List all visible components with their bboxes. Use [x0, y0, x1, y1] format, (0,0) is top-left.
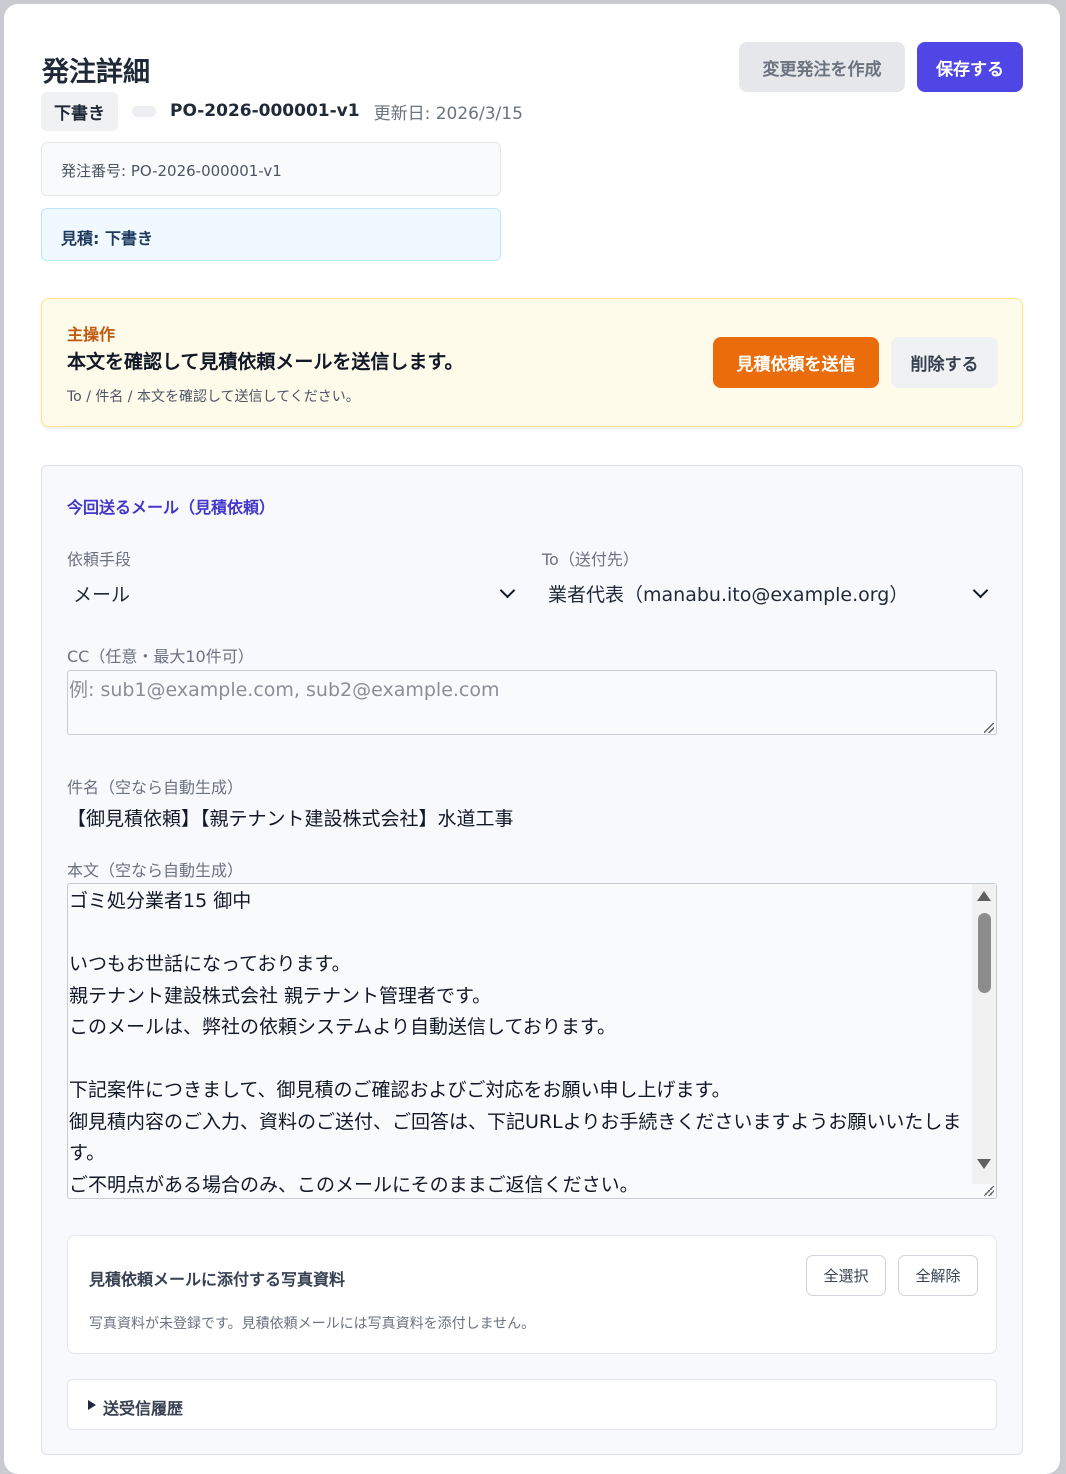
to-select-value: 業者代表（manabu.ito@example.org） [548, 583, 909, 606]
body-textarea[interactable]: ゴミ処分業者15 御中 いつもお世話になっております。 親テナント建設株式会社 … [67, 883, 997, 1199]
order-number-box: 発注番号: PO-2026-000001-v1 [41, 142, 501, 196]
primary-action-subtext: To / 件名 / 本文を確認して送信してください。 [67, 389, 360, 405]
save-button[interactable]: 保存する [917, 42, 1023, 92]
create-change-order-button[interactable]: 変更発注を作成 [739, 42, 905, 92]
photo-attachment-card: 見積依頼メールに添付する写真資料 写真資料が未登録です。見積依頼メールには写真資… [67, 1235, 997, 1354]
send-quote-request-button[interactable]: 見積依頼を送信 [713, 337, 879, 388]
method-label: 依頼手段 [67, 550, 132, 569]
history-label: 送受信履歴 [103, 1399, 184, 1418]
subject-input[interactable]: 【御見積依頼】【親テナント建設株式会社】水道工事 [67, 804, 514, 831]
quote-status-box: 見積: 下書き [41, 208, 501, 261]
scroll-down-icon[interactable] [977, 1159, 991, 1169]
status-badge: 下書き [41, 91, 118, 131]
scroll-thumb[interactable] [978, 913, 991, 993]
status-pill [132, 105, 156, 117]
body-label: 本文（空なら自動生成） [67, 861, 244, 880]
mail-section-title: 今回送るメール（見積依頼） [67, 498, 276, 517]
meta-row: 下書き PO-2026-000001-v1 更新日: 2026/3/15 [41, 91, 523, 131]
primary-action-label: 主操作 [67, 325, 116, 344]
subject-label: 件名（空なら自動生成） [67, 778, 244, 797]
triangle-right-icon [88, 1400, 96, 1410]
cc-input[interactable] [67, 670, 997, 735]
body-scrollbar[interactable] [972, 884, 996, 1184]
resize-handle-icon[interactable] [984, 1186, 994, 1196]
header-actions: 変更発注を作成 保存する [739, 42, 1023, 92]
po-number: PO-2026-000001-v1 [170, 101, 360, 121]
delete-button[interactable]: 削除する [891, 337, 998, 388]
to-select[interactable]: 業者代表（manabu.ito@example.org） [542, 576, 1000, 610]
updated-date: 更新日: 2026/3/15 [373, 103, 523, 124]
primary-action-card: 主操作 本文を確認して見積依頼メールを送信します。 To / 件名 / 本文を確… [41, 298, 1023, 427]
body-text: ゴミ処分業者15 御中 いつもお世話になっております。 親テナント建設株式会社 … [69, 890, 962, 1196]
to-label: To（送付先） [542, 550, 639, 569]
photo-section-note: 写真資料が未登録です。見積依頼メールには写真資料を添付しません。 [89, 1316, 536, 1332]
page-title: 発注詳細 [42, 57, 150, 88]
purchase-order-modal: 発注詳細 変更発注を作成 保存する 下書き PO-2026-000001-v1 … [4, 4, 1060, 1474]
scroll-up-icon[interactable] [977, 891, 991, 901]
method-select-value: メール [73, 583, 131, 606]
chevron-down-icon [972, 582, 989, 598]
chevron-down-icon [499, 582, 516, 598]
primary-action-title: 本文を確認して見積依頼メールを送信します。 [67, 351, 464, 373]
method-select[interactable]: メール [67, 576, 527, 610]
photo-section-title: 見積依頼メールに添付する写真資料 [89, 1270, 346, 1289]
select-all-button[interactable]: 全選択 [806, 1255, 886, 1296]
mail-section: 今回送るメール（見積依頼） 依頼手段 メール To（送付先） 業者代表（mana… [41, 465, 1023, 1455]
cc-label: CC（任意・最大10件可） [67, 647, 254, 666]
history-toggle[interactable]: 送受信履歴 [67, 1379, 997, 1430]
clear-all-button[interactable]: 全解除 [898, 1255, 978, 1296]
